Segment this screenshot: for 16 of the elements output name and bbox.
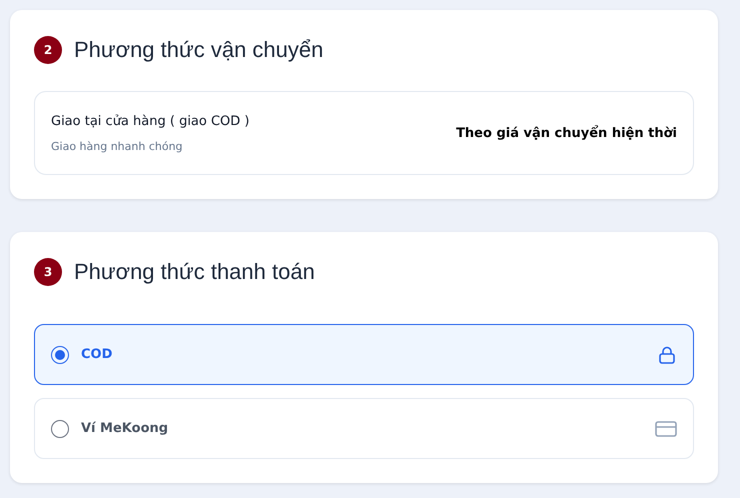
section-title: Phương thức thanh toán — [74, 259, 315, 285]
payment-option[interactable]: Ví MeKoong — [34, 398, 694, 459]
radio-button[interactable] — [51, 420, 69, 438]
step-badge: 2 — [34, 36, 62, 64]
payment-option[interactable]: COD — [34, 324, 694, 385]
credit-card-icon — [655, 420, 677, 438]
shipping-price: Theo giá vận chuyển hiện thời — [456, 126, 677, 140]
radio-button[interactable] — [51, 346, 69, 364]
option-name: Giao tại cửa hàng ( giao COD ) — [51, 114, 250, 128]
section-title: Phương thức vận chuyển — [74, 37, 324, 63]
shipping-option[interactable]: Giao tại cửa hàng ( giao COD ) Giao hàng nhanh chóng Theo giá vận chuyển hiện thời — [34, 91, 694, 175]
option-label: Ví MeKoong — [81, 421, 170, 436]
option-label: COD — [81, 347, 114, 362]
lock-icon — [657, 344, 677, 364]
option-description: Giao hàng nhanh chóng — [51, 140, 184, 152]
step-badge: 3 — [34, 258, 62, 286]
